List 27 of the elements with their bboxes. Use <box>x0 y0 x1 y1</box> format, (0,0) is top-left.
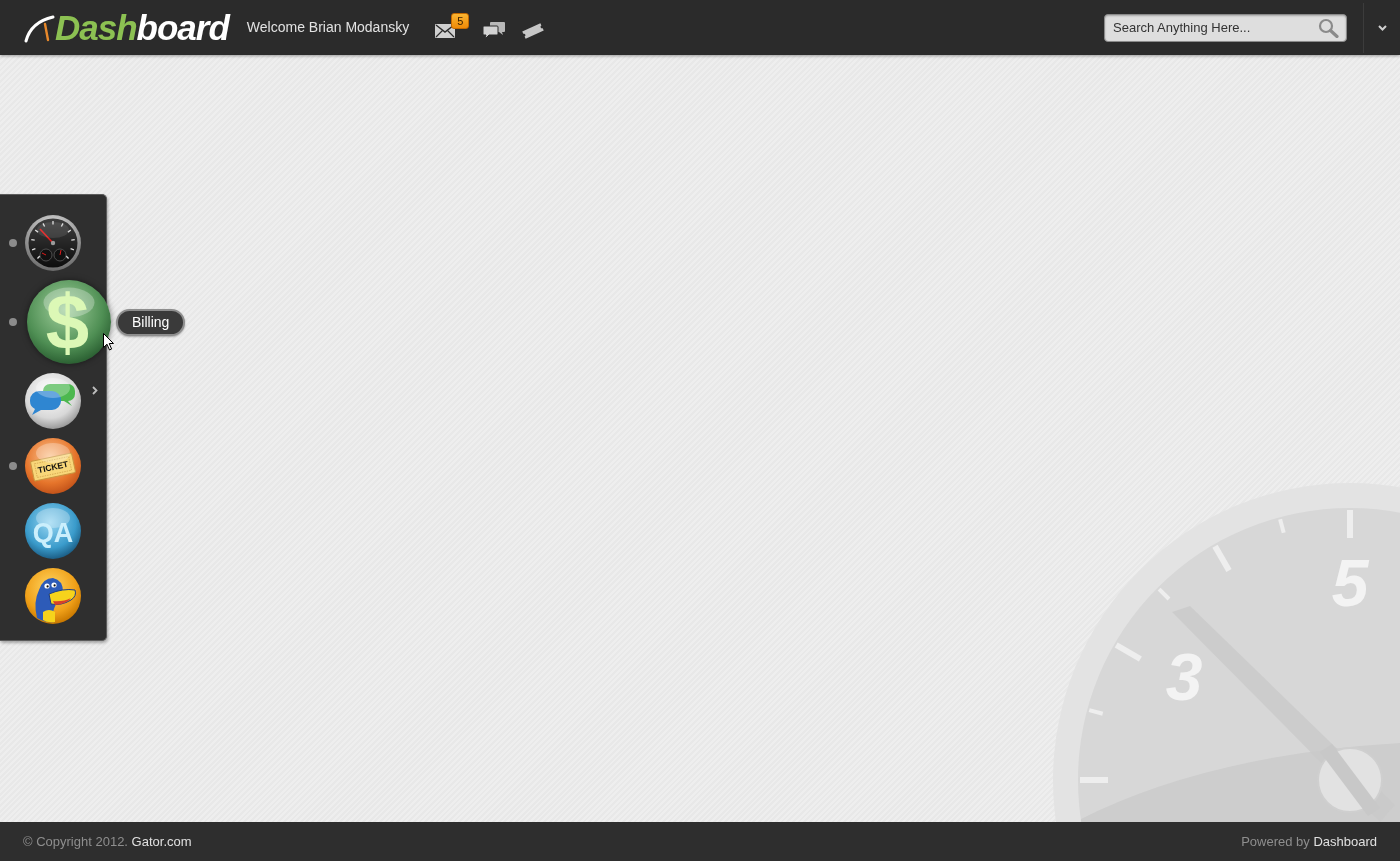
orb-icon <box>27 280 111 364</box>
mail-count-badge: 5 <box>451 12 470 29</box>
dashboard-link[interactable]: Dashboard <box>1313 833 1377 849</box>
dock-button[interactable] <box>25 215 81 271</box>
logo-gauge-icon <box>24 14 55 43</box>
chat-bubbles-icon[interactable] <box>483 22 506 39</box>
chevron-right-icon[interactable] <box>92 386 98 395</box>
dock-button[interactable] <box>25 568 81 624</box>
welcome-text: Welcome Brian Modansky <box>246 18 410 37</box>
site-link[interactable]: Gator.com <box>131 833 192 849</box>
copyright-text: © Copyright 2012. Gator.com <box>23 832 192 851</box>
cursor-icon <box>103 333 114 351</box>
search-field[interactable]: Search Anything Here... <box>1104 13 1347 42</box>
search-icon[interactable] <box>1318 17 1339 38</box>
orb-icon <box>25 503 81 559</box>
chat-bubbles-icon <box>25 373 81 429</box>
chevron-down-icon[interactable] <box>1377 24 1387 31</box>
tooltip: Billing <box>116 308 186 336</box>
dock-button[interactable] <box>25 373 81 429</box>
gauge-icon <box>25 215 81 271</box>
envelope-icon[interactable] <box>435 23 456 38</box>
credit-text: Powered by Dashboard <box>1241 832 1377 851</box>
dock-button[interactable]: TICKET <box>25 438 81 494</box>
logo-wordmark[interactable]: Dashboard <box>55 11 229 44</box>
ticket-icon[interactable] <box>522 22 545 39</box>
ticket-icon <box>25 438 81 494</box>
mascot-icon <box>25 568 81 624</box>
